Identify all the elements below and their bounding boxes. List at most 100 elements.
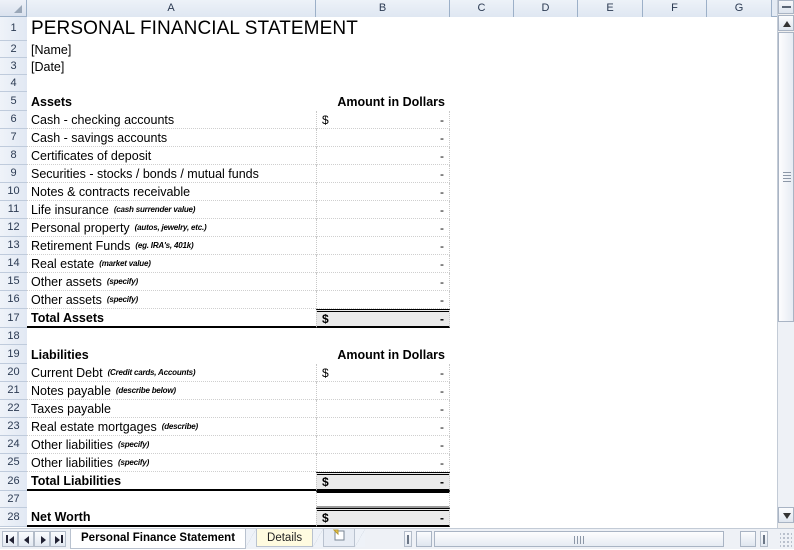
previous-sheet-button[interactable] — [18, 531, 34, 547]
cell-b7[interactable]: - — [316, 129, 450, 147]
cell-b15[interactable]: - — [316, 273, 450, 291]
cell-a10[interactable]: Notes & contracts receivable — [27, 183, 316, 201]
cell-a16[interactable]: Other assets (specify) — [27, 291, 316, 309]
row-header-4[interactable]: 4 — [0, 75, 27, 92]
row-header-17[interactable]: 17 — [0, 309, 27, 328]
cell-a11[interactable]: Life insurance (cash surrender value) — [27, 201, 316, 219]
cell-b11[interactable]: - — [316, 201, 450, 219]
cell-b16[interactable]: - — [316, 291, 450, 309]
vertical-scrollbar[interactable] — [777, 0, 794, 529]
row-header-28[interactable]: 28 — [0, 508, 27, 527]
cell-a26[interactable]: Total Liabilities — [27, 472, 316, 491]
row-header-27[interactable]: 27 — [0, 491, 27, 508]
horizontal-scrollbar[interactable] — [400, 529, 794, 549]
row-header-5[interactable]: 5 — [0, 92, 27, 111]
cell-b13[interactable]: - — [316, 237, 450, 255]
column-header-c[interactable]: C — [450, 0, 514, 17]
first-sheet-button[interactable] — [2, 531, 18, 547]
cell-a1[interactable]: PERSONAL FINANCIAL STATEMENT — [27, 17, 450, 41]
split-box-horizontal[interactable] — [404, 531, 412, 547]
cell-b9[interactable]: - — [316, 165, 450, 183]
cell-b26[interactable]: $ - — [316, 472, 450, 491]
cell-a13[interactable]: Retirement Funds (eg. IRA's, 401k) — [27, 237, 316, 255]
row-header-19[interactable]: 19 — [0, 345, 27, 364]
cell-a25[interactable]: Other liabilities (specify) — [27, 454, 316, 472]
row-header-25[interactable]: 25 — [0, 454, 27, 472]
row-header-2[interactable]: 2 — [0, 41, 27, 58]
cell-b21[interactable]: - — [316, 382, 450, 400]
cell-b17[interactable]: $ - — [316, 309, 450, 328]
scroll-down-button[interactable] — [778, 507, 794, 523]
cell-b10[interactable]: - — [316, 183, 450, 201]
horizontal-scroll-thumb[interactable] — [434, 531, 724, 547]
cell-a20[interactable]: Current Debt (Credit cards, Accounts) — [27, 364, 316, 382]
row-header-14[interactable]: 14 — [0, 255, 27, 273]
scroll-up-button[interactable] — [778, 15, 794, 31]
cell-a23[interactable]: Real estate mortgages (describe) — [27, 418, 316, 436]
vertical-scroll-track[interactable] — [778, 322, 794, 507]
sheet-tab-personal-finance-statement[interactable]: Personal Finance Statement — [70, 529, 247, 549]
split-box-horizontal-right[interactable] — [760, 531, 768, 547]
row-header-8[interactable]: 8 — [0, 147, 27, 165]
row-header-13[interactable]: 13 — [0, 237, 27, 255]
cell-b20[interactable]: $ - — [316, 364, 450, 382]
window-resize-grip[interactable] — [780, 533, 792, 547]
split-box-vertical[interactable] — [778, 0, 794, 14]
row-header-9[interactable]: 9 — [0, 165, 27, 183]
scroll-right-button[interactable] — [740, 531, 756, 547]
cell-b23[interactable]: - — [316, 418, 450, 436]
sheet-tab-details[interactable]: Details — [256, 529, 314, 547]
cell-a18[interactable] — [27, 328, 316, 345]
cell-a28[interactable]: Net Worth — [27, 508, 316, 527]
row-header-15[interactable]: 15 — [0, 273, 27, 291]
next-sheet-button[interactable] — [34, 531, 50, 547]
select-all-corner[interactable] — [0, 0, 27, 17]
scroll-left-button[interactable] — [416, 531, 432, 547]
cell-a7[interactable]: Cash - savings accounts — [27, 129, 316, 147]
cell-b25[interactable]: - — [316, 454, 450, 472]
column-header-e[interactable]: E — [578, 0, 643, 17]
column-header-g[interactable]: G — [707, 0, 772, 17]
row-header-1[interactable]: 1 — [0, 17, 27, 41]
cell-a8[interactable]: Certificates of deposit — [27, 147, 316, 165]
cell-a9[interactable]: Securities - stocks / bonds / mutual fun… — [27, 165, 316, 183]
row-header-22[interactable]: 22 — [0, 400, 27, 418]
row-header-24[interactable]: 24 — [0, 436, 27, 454]
cell-a24[interactable]: Other liabilities (specify) — [27, 436, 316, 454]
cell-b6[interactable]: $ - — [316, 111, 450, 129]
cell-a6[interactable]: Cash - checking accounts — [27, 111, 316, 129]
cell-b22[interactable]: - — [316, 400, 450, 418]
cell-b24[interactable]: - — [316, 436, 450, 454]
row-header-23[interactable]: 23 — [0, 418, 27, 436]
row-header-18[interactable]: 18 — [0, 328, 27, 345]
cell-b8[interactable]: - — [316, 147, 450, 165]
cell-a3[interactable]: [Date] — [27, 58, 316, 75]
cell-a27[interactable] — [27, 491, 316, 508]
cell-a2[interactable]: [Name] — [27, 41, 316, 58]
cell-b14[interactable]: - — [316, 255, 450, 273]
column-header-a[interactable]: A — [27, 0, 316, 17]
cell-a14[interactable]: Real estate (market value) — [27, 255, 316, 273]
vertical-scroll-thumb[interactable] — [778, 32, 794, 322]
cell-a22[interactable]: Taxes payable — [27, 400, 316, 418]
column-header-b[interactable]: B — [316, 0, 450, 17]
row-header-16[interactable]: 16 — [0, 291, 27, 309]
row-header-7[interactable]: 7 — [0, 129, 27, 147]
row-header-12[interactable]: 12 — [0, 219, 27, 237]
row-header-21[interactable]: 21 — [0, 382, 27, 400]
row-header-6[interactable]: 6 — [0, 111, 27, 129]
cell-b27[interactable] — [316, 491, 450, 508]
cell-a15[interactable]: Other assets (specify) — [27, 273, 316, 291]
row-header-20[interactable]: 20 — [0, 364, 27, 382]
row-header-26[interactable]: 26 — [0, 472, 27, 491]
last-sheet-button[interactable] — [50, 531, 66, 547]
cell-b12[interactable]: - — [316, 219, 450, 237]
cell-b28[interactable]: $ - — [316, 508, 450, 527]
column-header-f[interactable]: F — [643, 0, 707, 17]
cell-a12[interactable]: Personal property (autos, jewelry, etc.) — [27, 219, 316, 237]
row-header-3[interactable]: 3 — [0, 58, 27, 75]
row-header-11[interactable]: 11 — [0, 201, 27, 219]
cell-a17[interactable]: Total Assets — [27, 309, 316, 328]
column-header-d[interactable]: D — [514, 0, 578, 17]
row-header-10[interactable]: 10 — [0, 183, 27, 201]
